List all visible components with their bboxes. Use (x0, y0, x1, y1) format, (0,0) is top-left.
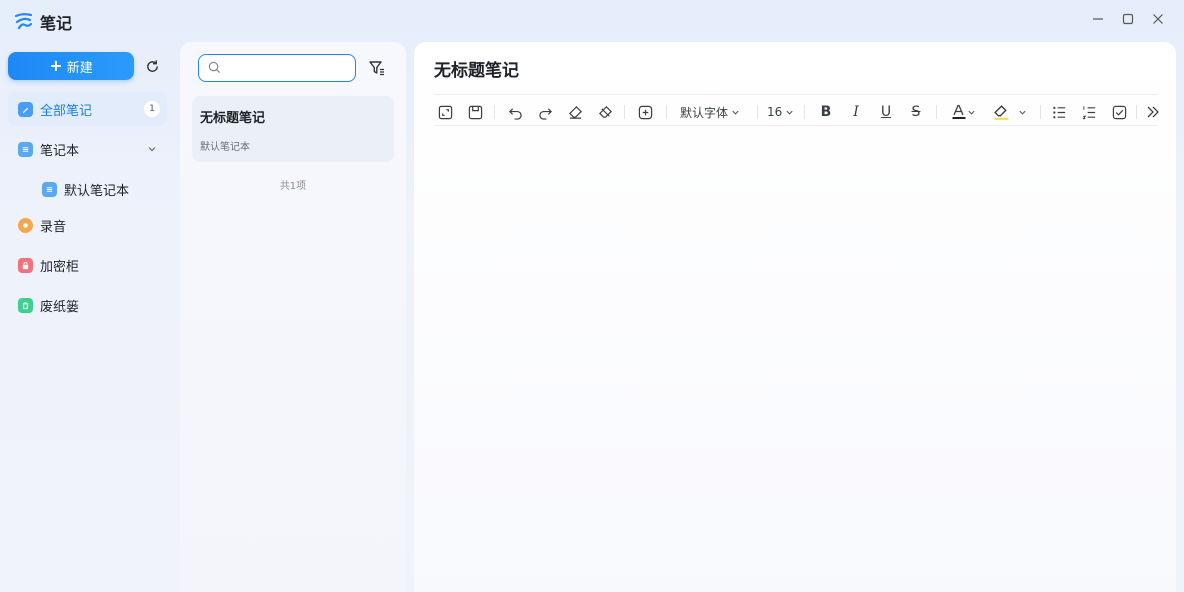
chevron-down-icon (732, 110, 739, 115)
font-color-icon (952, 104, 965, 119)
toolbar-divider (1040, 105, 1041, 119)
minimize-button[interactable] (1086, 8, 1110, 30)
trash-icon (18, 297, 33, 313)
italic-icon[interactable]: I (848, 103, 864, 121)
eraser-icon[interactable] (566, 103, 584, 121)
note-count-label: 共1项 (279, 181, 307, 192)
all-notes-icon (18, 101, 33, 117)
sidebar-item-recording[interactable]: 录音 (8, 208, 167, 242)
chevron-down-icon[interactable] (147, 143, 157, 158)
save-icon[interactable] (466, 103, 484, 121)
note-item-notebook: 默认笔记本 (200, 142, 250, 153)
font-size-select[interactable]: 16 (767, 103, 794, 121)
chevron-down-icon (967, 110, 975, 115)
sidebar-item-label: 笔记本 (40, 143, 80, 159)
toolbar-divider (936, 105, 937, 119)
more-tools-icon[interactable] (1144, 103, 1162, 121)
toolbar-divider (804, 105, 805, 119)
search-box[interactable] (198, 54, 356, 82)
sidebar-item-trash[interactable]: 废纸篓 (8, 288, 167, 322)
toolbar-divider (1136, 105, 1137, 119)
sidebar-item-notebooks[interactable]: 笔记本 (8, 132, 167, 166)
sidebar-item-label: 录音 (40, 219, 67, 235)
sidebar-item-label: 加密柜 (40, 259, 80, 275)
sidebar-item-label: 全部笔记 (40, 103, 93, 119)
refresh-icon[interactable] (142, 56, 162, 76)
sidebar: + 新建 全部笔记 1 笔记本 默认笔记本 录音 加密柜 废纸篓 (0, 40, 178, 592)
underline-icon[interactable]: U (878, 103, 894, 121)
toolbar-divider (624, 105, 625, 119)
undo-icon[interactable] (506, 103, 524, 121)
insert-icon[interactable] (636, 103, 654, 121)
redo-icon[interactable] (536, 103, 554, 121)
font-family-value: 默认字体 (680, 105, 729, 120)
new-note-button[interactable]: + 新建 (8, 52, 134, 80)
chevron-down-icon (786, 110, 793, 115)
toolbar-divider (494, 105, 495, 119)
new-note-label: 新建 (66, 60, 93, 76)
filter-icon[interactable] (368, 59, 388, 79)
note-list-item[interactable]: 无标题笔记 默认笔记本 (192, 96, 394, 162)
toolbar-divider (666, 105, 667, 119)
sidebar-item-vault[interactable]: 加密柜 (8, 248, 167, 282)
notebook-icon (42, 181, 57, 197)
clear-format-icon[interactable] (596, 103, 614, 121)
title-bar: 笔记 (0, 0, 1184, 40)
sidebar-item-all-notes[interactable]: 全部笔记 1 (8, 92, 167, 126)
note-title-field[interactable]: 无标题笔记 (434, 56, 519, 81)
editor-panel: 无标题笔记 默认字体 16 B I U S (414, 42, 1176, 592)
bold-icon[interactable]: B (818, 103, 834, 121)
strikethrough-icon[interactable]: S (908, 103, 924, 121)
font-family-select[interactable]: 默认字体 (680, 103, 740, 121)
font-size-value: 16 (767, 105, 783, 119)
highlight-button[interactable] (990, 103, 1030, 121)
toolbar-divider (757, 105, 758, 119)
note-list-panel: 无标题笔记 默认笔记本 共1项 (180, 42, 406, 592)
plus-icon: + (49, 56, 63, 75)
recording-icon (18, 217, 33, 233)
bullet-list-icon[interactable] (1050, 103, 1068, 121)
highlighter-icon (994, 104, 1009, 120)
lock-icon (18, 257, 33, 273)
note-count-badge: 1 (144, 101, 160, 117)
font-color-button[interactable] (948, 103, 978, 121)
search-icon (208, 59, 221, 78)
sidebar-item-default-notebook[interactable]: 默认笔记本 (8, 172, 167, 206)
close-button[interactable] (1146, 8, 1170, 30)
chevron-down-icon (1019, 110, 1026, 115)
checklist-icon[interactable] (1110, 103, 1128, 121)
search-input[interactable] (227, 61, 347, 75)
numbered-list-icon[interactable] (1080, 103, 1098, 121)
fullscreen-icon[interactable] (436, 103, 454, 121)
note-item-title: 无标题笔记 (200, 111, 266, 126)
app-title: 笔记 (40, 14, 73, 33)
sidebar-item-label: 默认笔记本 (64, 183, 130, 199)
sidebar-item-label: 废纸篓 (40, 299, 80, 315)
app-logo-icon (14, 11, 34, 31)
maximize-button[interactable] (1116, 8, 1140, 30)
notebook-icon (18, 141, 33, 157)
editor-toolbar: 默认字体 16 B I U S (434, 94, 1159, 126)
